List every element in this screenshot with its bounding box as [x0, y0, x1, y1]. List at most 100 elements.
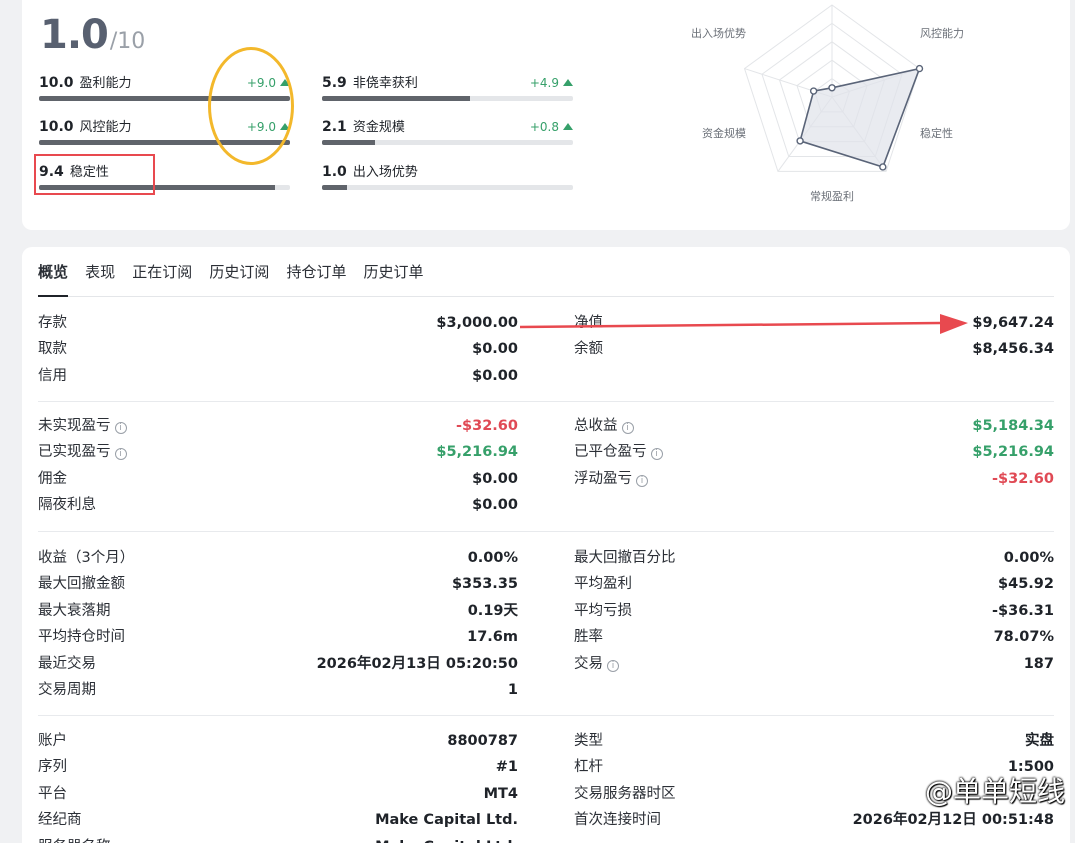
metric-delta: +9.0: [247, 117, 290, 137]
stat-label: 首次连接时间: [574, 812, 661, 829]
tab-active-subscriptions[interactable]: 正在订阅: [132, 247, 192, 297]
metric-non-luck-profit: 5.9 非侥幸获利 +4.9: [322, 73, 573, 105]
info-icon[interactable]: i: [621, 422, 634, 434]
info-icon[interactable]: i: [636, 474, 648, 487]
metric-progress-bar: [322, 96, 573, 101]
stat-value: $0.00: [472, 341, 518, 358]
metric-stability: 9.4 稳定性: [39, 162, 290, 194]
info-icon[interactable]: i: [650, 448, 663, 461]
stat-value: $5,216.94: [972, 444, 1054, 461]
stat-row: 平均盈利 $45.92: [574, 571, 1054, 597]
stat-label: 佣金: [38, 470, 67, 487]
metric-value: 9.4: [39, 164, 64, 180]
stat-value: $9,647.24: [972, 315, 1054, 331]
overall-score-max: /10: [109, 29, 146, 54]
radar-axis-label: 稳定性: [920, 126, 953, 140]
stat-value: 2026年02月13日 05:20:50: [316, 655, 518, 672]
column-right: 总收益 i $5,184.34 已平仓盈亏 i $5,216.94 浮动盈亏 i -$32.60: [574, 413, 1054, 492]
stat-value: -$36.31: [992, 602, 1054, 619]
metric-progress-bar: [39, 96, 290, 101]
metric-capital-size: 2.1 资金规模 +0.8: [322, 117, 573, 149]
metric-progress-bar: [322, 140, 573, 145]
metric-progress-fill: [39, 96, 290, 101]
metric-value: 5.9: [322, 75, 347, 91]
radar-point: [828, 84, 836, 92]
column-right: 最大回撤百分比 0.00% 平均盈利 $45.92 平均亏损 -$36.31 胜率 78.07…: [574, 545, 1054, 677]
stat-label: 序列: [38, 759, 67, 776]
radar-axis-label: 常规盈利: [810, 189, 854, 203]
stat-value: $353.35: [451, 576, 518, 593]
stat-label: 存款: [38, 315, 67, 331]
stat-row: 类型 实盘: [574, 728, 1054, 754]
radar-axis-label: 出入场优势: [691, 26, 746, 40]
stat-row: 已实现盈亏 i $5,216.94: [38, 439, 518, 465]
metric-progress-fill: [39, 140, 290, 145]
stat-row: 佣金 $0.00: [38, 466, 518, 492]
stat-row: 最大回撤百分比 0.00%: [574, 545, 1054, 571]
metric-progress-fill: [39, 185, 275, 190]
metric-progress-fill: [322, 96, 471, 101]
metric-delta: +4.9: [530, 73, 573, 93]
stat-value: 78.07%: [993, 629, 1054, 646]
metric-label: 非侥幸获利: [352, 76, 418, 91]
tab-overview[interactable]: 概览: [38, 247, 69, 297]
stat-row: 最大衰落期 0.19天: [38, 598, 518, 624]
stat-value: 2026年02月12日 00:51:48: [852, 812, 1054, 829]
tab-bar: 概览 表现 正在订阅 历史订阅 持仓订单 历史订单: [38, 247, 1054, 297]
radar-point: [796, 137, 804, 145]
info-icon[interactable]: i: [607, 659, 619, 672]
stat-label: 已实现盈亏: [38, 444, 111, 461]
metric-delta-text: +0.8: [529, 120, 559, 134]
stat-label: 浮动盈亏: [574, 470, 632, 487]
stat-value: 187: [1023, 655, 1054, 672]
metric-value: 10.0: [39, 119, 74, 135]
tab-subscription-history[interactable]: 历史订阅: [209, 247, 269, 297]
stat-row: 总收益 i $5,184.34: [574, 413, 1054, 439]
tab-performance[interactable]: 表现: [85, 247, 115, 297]
detail-card: 概览 表现 正在订阅 历史订阅 持仓订单 历史订单 存款 $3,000.00 取款 $…: [22, 247, 1070, 843]
metric-delta: +9.0: [247, 73, 290, 93]
stat-label: 余额: [574, 341, 603, 358]
stat-value: -$32.60: [992, 470, 1054, 487]
stat-label: 未实现盈亏: [38, 418, 111, 434]
stat-value: $8,456.34: [972, 341, 1054, 358]
stat-value: -$32.60: [456, 418, 518, 434]
metric-value: 2.1: [322, 119, 347, 135]
stat-label: 最大回撤百分比: [574, 550, 676, 566]
info-icon[interactable]: i: [114, 422, 127, 434]
stat-label: 平台: [38, 785, 67, 802]
stat-value: 17.6m: [467, 629, 518, 646]
stat-row: 余额 $8,456.34: [574, 336, 1054, 362]
column-left: 未实现盈亏 i -$32.60 已实现盈亏 i $5,216.94 佣金 $0.00 隔夜利息 $…: [38, 413, 518, 519]
metric-profitability: 10.0 盈利能力 +9.0: [39, 73, 290, 105]
stat-label: 总收益: [574, 418, 618, 434]
stat-value: Make Capital Ltd.: [375, 812, 518, 829]
stat-label: 最近交易: [38, 655, 96, 672]
overall-score: 1.0/10: [40, 12, 145, 58]
stat-value: $0.00: [472, 497, 518, 514]
stat-label: 净值: [574, 315, 603, 331]
stat-row: 平均亏损 -$36.31: [574, 598, 1054, 624]
info-icon[interactable]: i: [114, 448, 127, 461]
metric-progress-bar: [322, 185, 573, 190]
stat-value: 8800787: [447, 733, 518, 749]
section-account-info: 账户8800787序列#1平台MT4经纪商Make Capital Ltd.服务…: [38, 728, 1054, 843]
stat-label: 账户: [38, 733, 67, 749]
stat-value: #1: [495, 759, 518, 776]
stat-label: 最大衰落期: [38, 602, 111, 619]
stat-value: $0.00: [472, 470, 518, 487]
stat-row: 交易 i 187: [574, 651, 1054, 677]
stat-label: 经纪商: [38, 812, 82, 829]
tab-open-orders[interactable]: 持仓订单: [286, 247, 346, 297]
stat-row: 服务器名称 Make Capital Ltd.: [38, 834, 518, 843]
stat-label: 类型: [574, 733, 603, 749]
stat-row: 首次连接时间 2026年02月12日 00:51:48: [574, 807, 1054, 833]
stat-row: 浮动盈亏 i -$32.60: [574, 466, 1054, 492]
tab-order-history[interactable]: 历史订单: [364, 247, 424, 297]
radar-point: [915, 64, 924, 73]
stat-label: 杠杆: [574, 759, 603, 776]
stat-value: $0.00: [472, 367, 518, 384]
stat-row: 已平仓盈亏 i $5,216.94: [574, 439, 1054, 465]
stat-value: 实盘: [1025, 733, 1054, 749]
stat-value: $5,184.34: [972, 418, 1054, 434]
